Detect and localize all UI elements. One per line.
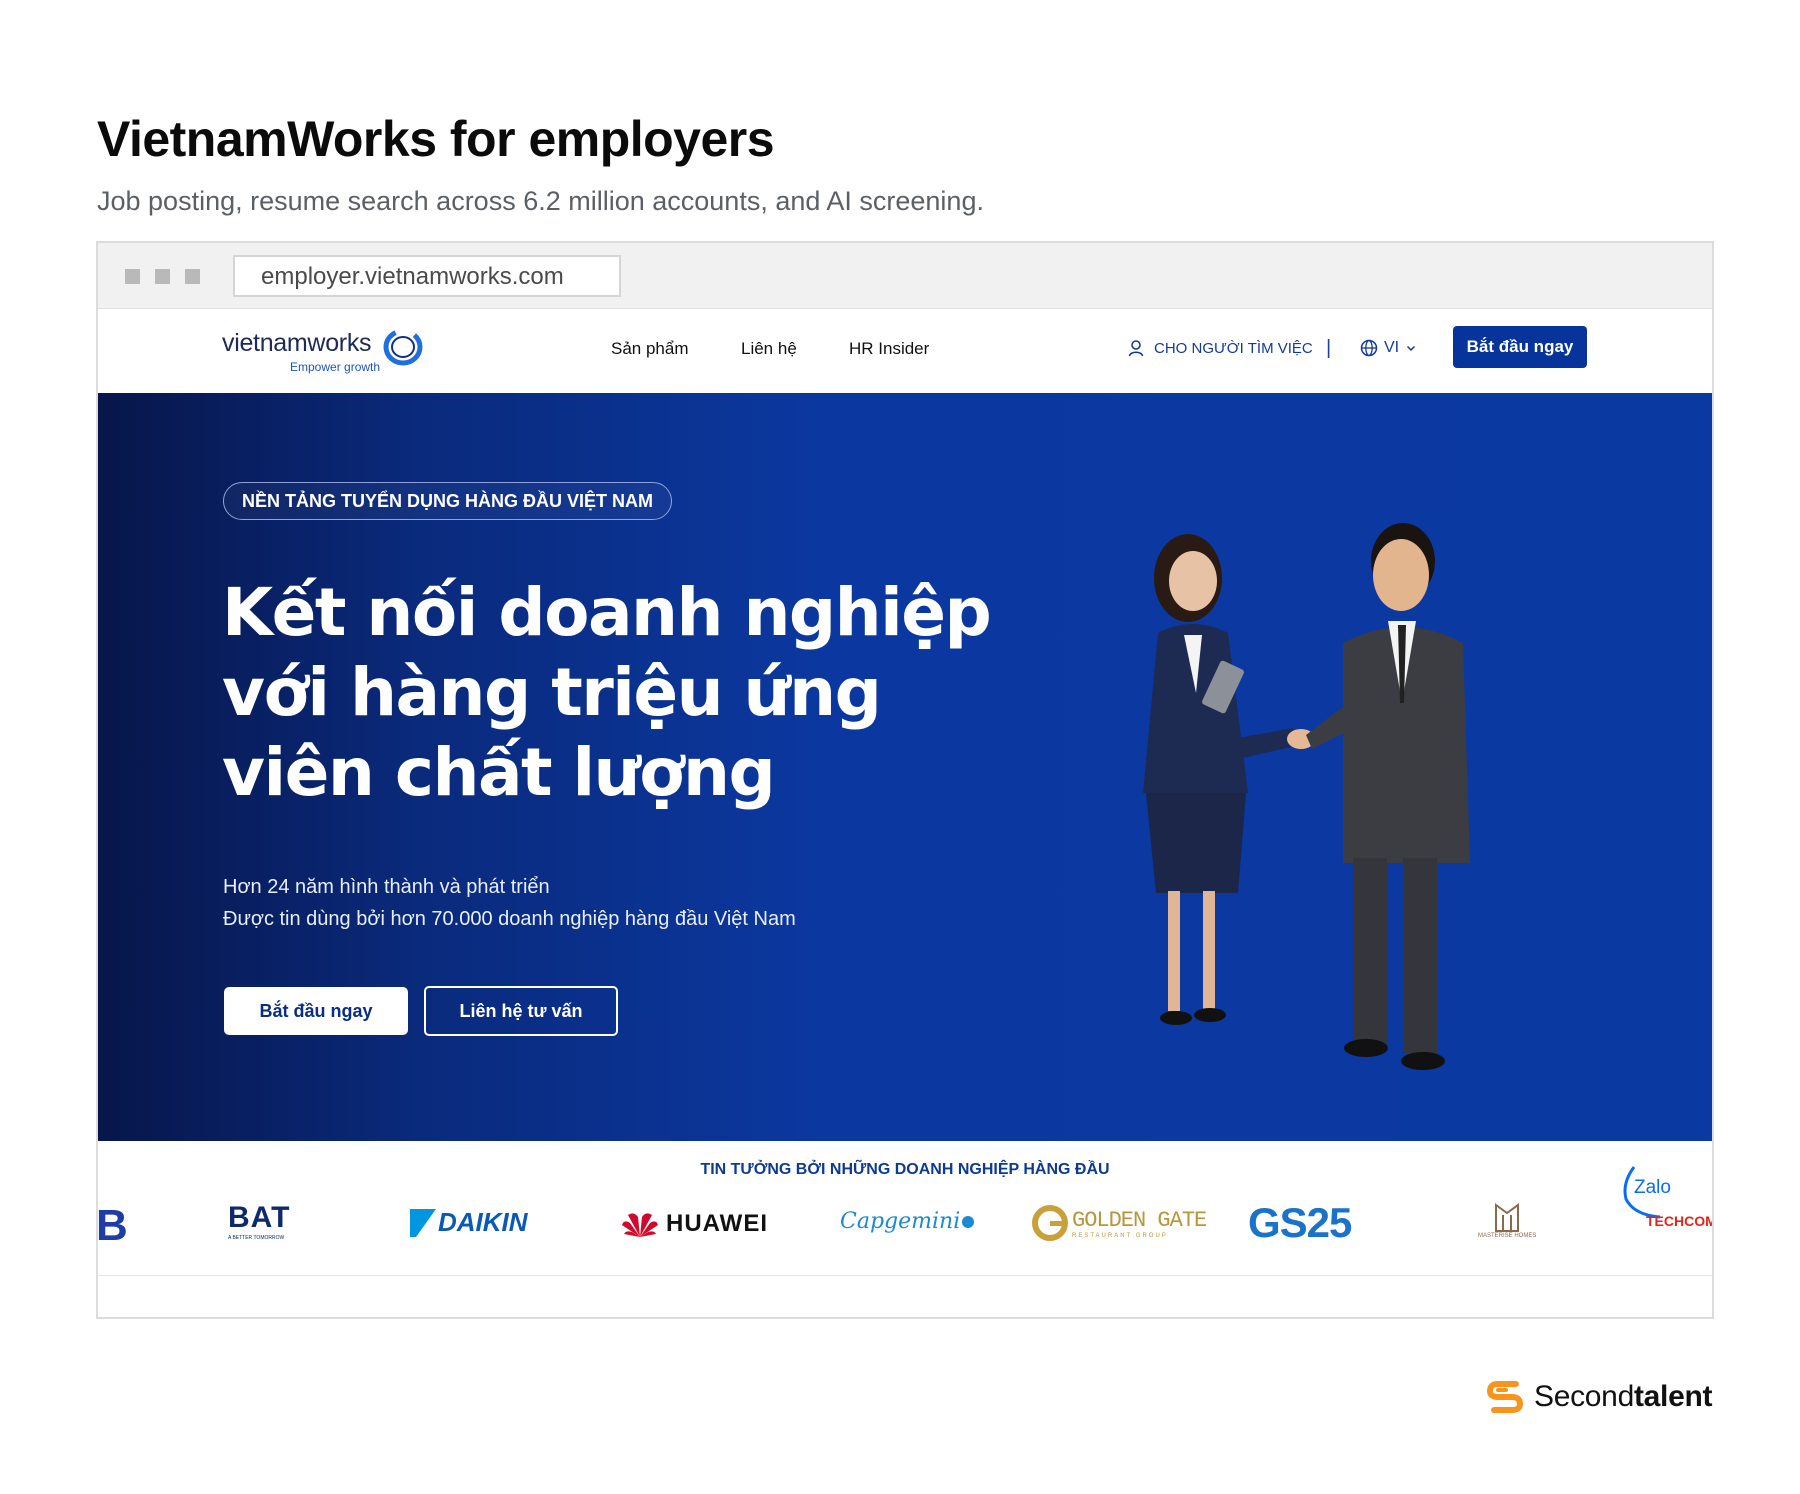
job-seeker-link[interactable]: CHO NGƯỜI TÌM VIỆC	[1128, 339, 1313, 357]
partial-brand-text: B	[96, 1201, 128, 1250]
start-now-button[interactable]: Bắt đầu ngay	[1453, 326, 1587, 368]
brand-name-regular: Second	[1534, 1380, 1634, 1413]
bat-tagline: A BETTER TOMORROW	[228, 1235, 285, 1241]
huawei-wordmark: HUAWEI	[666, 1210, 768, 1237]
window-control-dot[interactable]	[125, 269, 140, 284]
techcom-wordmark: TECHCOM	[1646, 1213, 1714, 1229]
masterise-crest-icon	[1495, 1203, 1520, 1232]
nav-link-products[interactable]: Sản phẩm	[611, 339, 689, 359]
capgemini-wordmark: Capgemini	[840, 1209, 961, 1234]
page-subtitle: Job posting, resume search across 6.2 mi…	[97, 186, 984, 216]
golden-gate-wordmark: GOLDEN GATE	[1072, 1207, 1207, 1233]
hero-badge: NỀN TẢNG TUYỂN DỤNG HÀNG ĐẦU VIỆT NAM	[223, 482, 673, 520]
trusted-by-section: TIN TƯỞNG BỞI NHỮNG DOANH NGHIỆP HÀNG ĐẦ…	[98, 1141, 1712, 1276]
logo-wordmark: vietnamworks	[222, 329, 372, 357]
hero-heading-line: Kết nối doanh nghiệp	[222, 574, 992, 651]
vietnamworks-logo[interactable]: vietnamworks Empower growth	[222, 328, 423, 374]
hero-description: Hơn 24 năm hình thành và phát triển Được…	[223, 871, 796, 935]
capgemini-logo: Capgemini	[840, 1209, 976, 1234]
trusted-by-title: TIN TƯỞNG BỞI NHỮNG DOANH NGHIỆP HÀNG ĐẦ…	[700, 1161, 1110, 1178]
masterise-wordmark: MASTERISE HOMES	[1478, 1233, 1537, 1239]
daikin-wordmark: DAIKIN	[438, 1207, 528, 1237]
nav-divider: |	[1326, 337, 1332, 359]
job-seeker-label: CHO NGƯỜI TÌM VIỆC	[1154, 339, 1313, 357]
site-navbar: vietnamworks Empower growth Sản phẩm Liê…	[98, 309, 1712, 393]
window-control-dot[interactable]	[155, 269, 170, 284]
daikin-logo: DAIKIN	[410, 1207, 528, 1238]
huawei-petal-icon	[622, 1213, 658, 1237]
hero-contact-button[interactable]: Liên hệ tư vấn	[424, 986, 618, 1036]
secondtalent-wordmark: Secondtalent	[1534, 1380, 1712, 1414]
logo-swirl-icon	[383, 328, 423, 366]
gs25-logo: GS25	[1248, 1199, 1352, 1247]
chevron-down-icon	[1407, 345, 1416, 352]
hero-start-button[interactable]: Bắt đầu ngay	[224, 987, 408, 1035]
golden-gate-g-icon	[1032, 1205, 1068, 1241]
browser-toolbar: employer.vietnamworks.com	[98, 243, 1712, 309]
secondtalent-brand: Secondtalent	[1486, 1378, 1712, 1416]
partial-brand-logo: B	[96, 1201, 128, 1251]
hero-heading: Kết nối doanh nghiệp với hàng triệu ứng …	[222, 573, 1042, 813]
daikin-mark-icon	[410, 1208, 436, 1237]
huawei-logo: HUAWEI	[620, 1209, 768, 1239]
logo-tagline: Empower growth	[290, 360, 381, 374]
brand-name-bold: talent	[1633, 1380, 1713, 1413]
hero-heading-line: với hàng triệu ứng	[222, 654, 882, 731]
hero-description-line: Hơn 24 năm hình thành và phát triển	[223, 876, 550, 898]
hero-heading-line: viên chất lượng	[222, 734, 776, 811]
bat-wordmark: BAT	[228, 1201, 291, 1234]
zalo-wordmark: Zalo	[1634, 1177, 1671, 1198]
gs25-wordmark: GS25	[1248, 1199, 1352, 1246]
user-icon	[1128, 340, 1144, 357]
address-bar[interactable]: employer.vietnamworks.com	[233, 255, 621, 297]
globe-icon	[1360, 339, 1378, 357]
language-label: VI	[1384, 339, 1400, 356]
language-selector[interactable]: VI	[1360, 339, 1417, 357]
browser-window: employer.vietnamworks.com vietnamworks E…	[96, 241, 1714, 1319]
window-control-dot[interactable]	[185, 269, 200, 284]
nav-link-contact[interactable]: Liên hệ	[741, 339, 797, 359]
page-title: VietnamWorks for employers	[97, 111, 775, 167]
masterise-logo: MASTERISE HOMES	[1478, 1203, 1536, 1239]
nav-link-hr-insider[interactable]: HR Insider	[849, 339, 929, 359]
golden-gate-subtitle: RESTAURANT GROUP	[1072, 1232, 1168, 1239]
bat-logo: BAT A BETTER TOMORROW	[228, 1201, 290, 1241]
secondtalent-s-icon	[1486, 1381, 1524, 1413]
golden-gate-logo: GOLDEN GATE RESTAURANT GROUP	[1032, 1205, 1207, 1241]
capgemini-spade-icon	[962, 1215, 975, 1228]
hero-description-line: Được tin dùng bởi hơn 70.000 doanh nghiệ…	[223, 908, 796, 930]
handshake-photo	[1143, 523, 1470, 1070]
hero-section: NỀN TẢNG TUYỂN DỤNG HÀNG ĐẦU VIỆT NAM Kế…	[98, 393, 1712, 1141]
